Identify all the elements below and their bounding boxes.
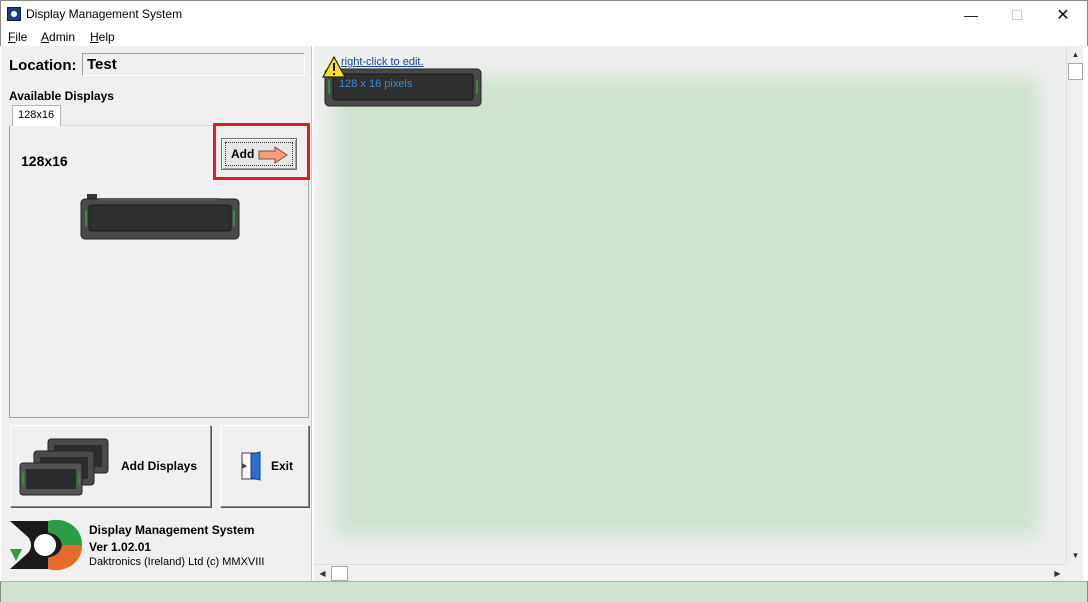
scroll-left-icon[interactable]: ◀	[314, 565, 331, 582]
edit-hint-link[interactable]: right-click to edit.	[341, 56, 424, 68]
location-field: Test	[82, 53, 305, 76]
tab-128x16[interactable]: 128x16	[12, 105, 61, 126]
about-copyright: Daktronics (Ireland) Ltd (c) MMXVIII	[89, 556, 265, 568]
add-button-label: Add	[231, 147, 255, 161]
arrow-right-icon	[258, 146, 288, 164]
layout-canvas[interactable]: right-click to edit. 128 x 16 pixels	[314, 46, 1066, 564]
title-bar: Display Management System — ☐ ✕	[0, 0, 1088, 28]
menu-file[interactable]: File	[8, 30, 27, 44]
about-version: Ver 1.02.01	[89, 540, 152, 554]
vertical-scrollbar[interactable]: ▲ ▼	[1066, 46, 1083, 564]
add-displays-button[interactable]: Add Displays	[10, 425, 211, 507]
display-device-icon[interactable]	[79, 194, 241, 242]
exit-button[interactable]: Exit	[220, 425, 309, 507]
maximize-button[interactable]: ☐	[994, 1, 1040, 29]
display-size-label: 128 x 16 pixels	[339, 78, 413, 90]
window-title: Display Management System	[26, 7, 183, 21]
horizontal-scrollbar[interactable]: ◀ ▶	[314, 564, 1066, 581]
minimize-button[interactable]: —	[948, 1, 994, 29]
scroll-up-icon[interactable]: ▲	[1067, 46, 1084, 63]
exit-label: Exit	[271, 459, 294, 473]
display-area	[349, 91, 1024, 523]
exit-door-icon	[241, 451, 261, 481]
app-icon	[7, 7, 21, 21]
left-panel: Location: Test Available Displays 128x16…	[1, 46, 312, 581]
selected-display-name: 128x16	[21, 153, 68, 169]
scroll-down-icon[interactable]: ▼	[1067, 547, 1084, 564]
scroll-right-icon[interactable]: ▶	[1049, 565, 1066, 582]
display-stack-icon	[19, 438, 109, 496]
scrollbar-corner	[1066, 564, 1083, 581]
status-bar	[0, 581, 1088, 602]
menu-admin[interactable]: Admin	[41, 30, 75, 44]
horizontal-scroll-thumb[interactable]	[331, 566, 348, 581]
close-button[interactable]: ✕	[1040, 1, 1086, 29]
menu-bar: File Admin Help	[0, 28, 1088, 46]
about-title: Display Management System	[89, 523, 255, 537]
vertical-scroll-thumb[interactable]	[1068, 63, 1083, 80]
location-label: Location:	[9, 57, 77, 74]
company-logo	[10, 519, 83, 571]
menu-help[interactable]: Help	[90, 30, 115, 44]
add-displays-label: Add Displays	[121, 459, 198, 473]
available-displays-label: Available Displays	[9, 89, 114, 103]
add-button[interactable]: Add	[221, 138, 297, 170]
